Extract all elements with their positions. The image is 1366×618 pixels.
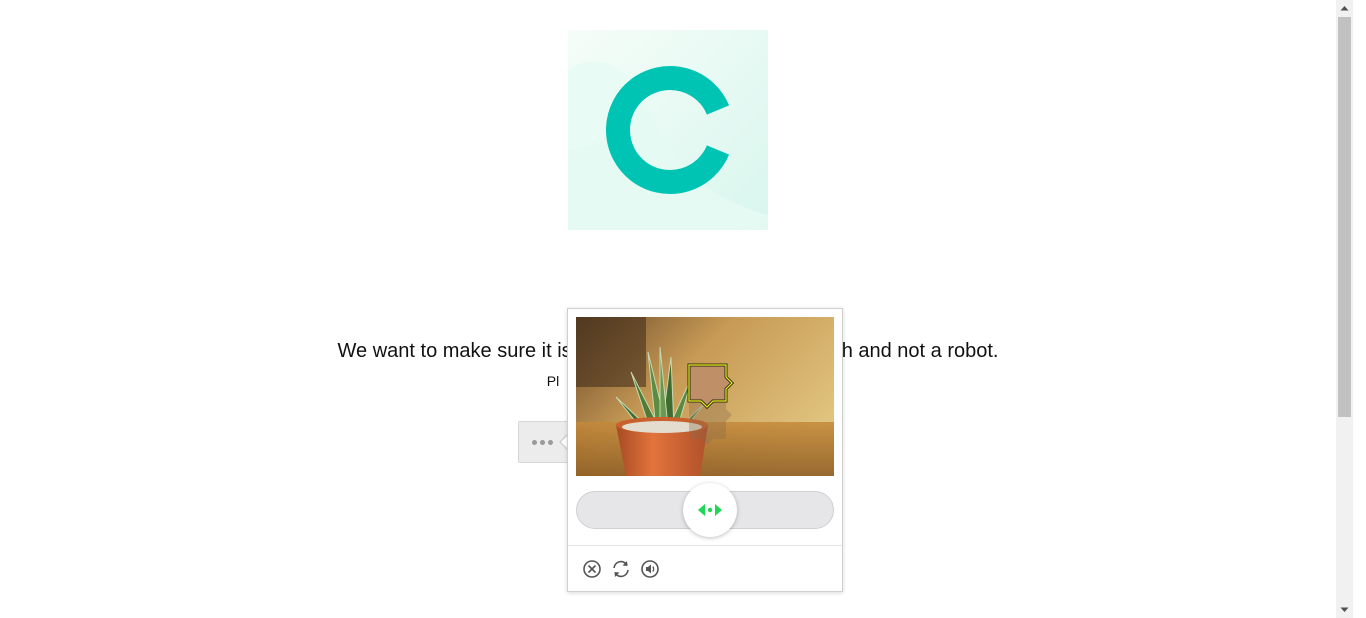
page: We want to make sure it is h and not a ro…	[0, 0, 1336, 618]
headline-right: h and not a robot.	[841, 340, 999, 362]
audio-icon[interactable]	[640, 559, 660, 579]
puzzle-image	[576, 317, 834, 476]
scroll-up-arrow-icon[interactable]	[1336, 0, 1353, 17]
brand-logo	[568, 30, 768, 230]
headline-left: We want to make sure it is	[337, 340, 572, 362]
window-edge	[1353, 0, 1366, 618]
refresh-icon[interactable]	[611, 559, 631, 579]
close-icon[interactable]	[582, 559, 602, 579]
drag-arrows-icon	[698, 504, 722, 516]
loading-dots-icon	[532, 440, 556, 445]
subline-fragment: Pl	[546, 373, 560, 389]
captcha-popup	[567, 308, 843, 592]
toolbar-divider	[568, 545, 842, 546]
scroll-thumb[interactable]	[1338, 17, 1351, 417]
scroll-down-arrow-icon[interactable]	[1336, 601, 1353, 618]
slider-handle[interactable]	[683, 483, 737, 537]
vertical-scrollbar[interactable]	[1336, 0, 1353, 618]
